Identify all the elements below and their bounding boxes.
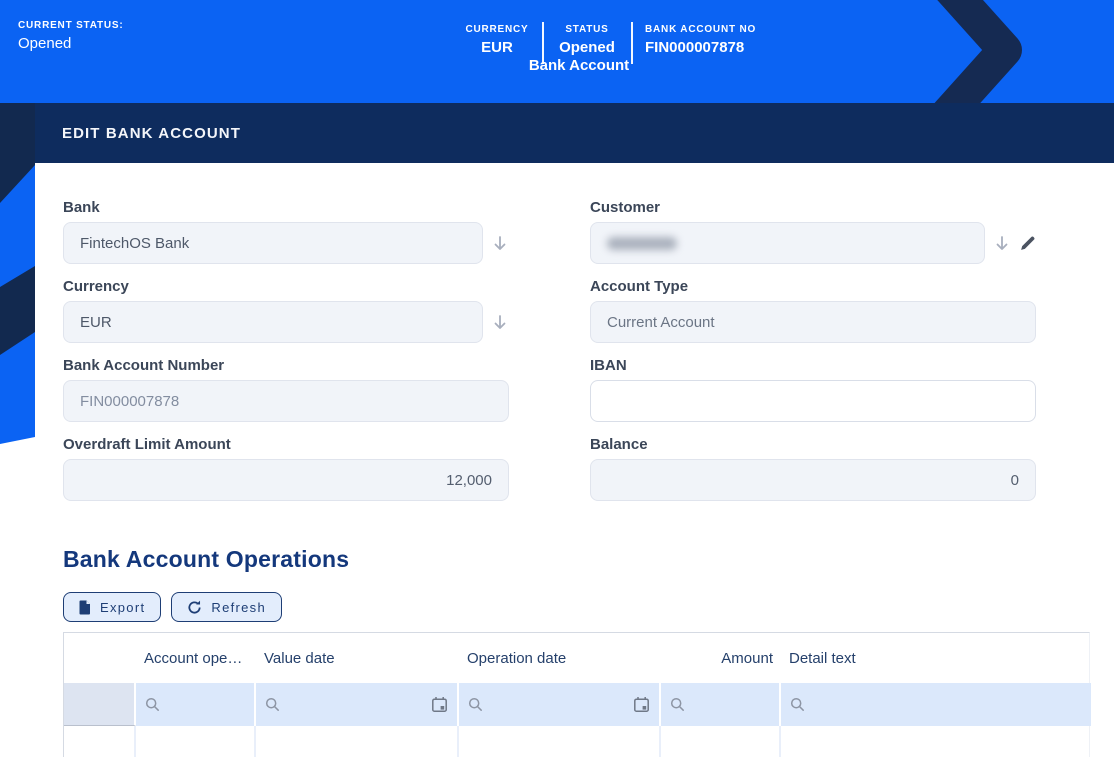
overdraft-limit-field: 12,000 [63, 459, 509, 501]
bank-select[interactable]: FintechOS Bank [63, 222, 483, 264]
banner-status-cell: STATUS Opened [547, 24, 627, 56]
table-cell [64, 726, 136, 757]
table-cell [256, 726, 459, 757]
customer-value-redacted [607, 237, 677, 250]
account-type-label: Account Type [590, 278, 1036, 295]
iban-label: IBAN [590, 357, 1036, 374]
entity-subtitle: Bank Account [498, 57, 660, 74]
col-header-operation-date[interactable]: Operation date [459, 650, 661, 667]
status-value: Opened [547, 39, 627, 56]
page-title: EDIT BANK ACCOUNT [62, 125, 241, 142]
refresh-icon [187, 600, 202, 615]
col-header-amount[interactable]: Amount [661, 650, 781, 667]
operations-section-title: Bank Account Operations [63, 546, 1114, 573]
filter-detail-text-input[interactable] [781, 683, 1091, 726]
bank-dropdown-arrow-icon[interactable] [492, 235, 508, 252]
customer-select[interactable] [590, 222, 985, 264]
iban-input[interactable] [590, 380, 1036, 422]
balance-label: Balance [590, 436, 1036, 453]
bank-account-number-label: Bank Account Number [63, 357, 509, 374]
bank-label: Bank [63, 199, 509, 216]
export-button[interactable]: Export [63, 592, 161, 622]
customer-edit-pencil-icon[interactable] [1019, 235, 1036, 252]
form-content: Bank FintechOS Bank Customer [35, 163, 1114, 757]
currency-select[interactable]: EUR [63, 301, 483, 343]
bank-account-number-value: FIN000007878 [80, 393, 179, 410]
calendar-icon[interactable] [431, 696, 448, 713]
bank-account-number-field: FIN000007878 [63, 380, 509, 422]
current-status-label: CURRENT STATUS: [18, 20, 124, 31]
currency-value: EUR [452, 39, 542, 56]
currency-field-label: Currency [63, 278, 509, 295]
balance-field: 0 [590, 459, 1036, 501]
refresh-button[interactable]: Refresh [171, 592, 282, 622]
search-icon [790, 697, 805, 712]
filter-amount-input[interactable] [661, 683, 781, 726]
current-status-block: CURRENT STATUS: Opened [18, 20, 124, 52]
bank-account-no-value: FIN000007878 [645, 39, 785, 56]
top-status-banner: CURRENT STATUS: Opened CURRENCY EUR STAT… [0, 0, 1114, 103]
table-filter-row [64, 683, 1089, 726]
col-header-account-operation[interactable]: Account ope… [136, 650, 256, 667]
search-icon [468, 697, 483, 712]
bank-account-no-label: BANK ACCOUNT NO [645, 24, 785, 35]
edit-bank-account-bar: EDIT BANK ACCOUNT [35, 103, 1114, 163]
chevron-decoration-icon [850, 0, 1060, 103]
search-icon [670, 697, 685, 712]
export-button-label: Export [100, 600, 145, 615]
table-cell [781, 726, 1091, 757]
overdraft-limit-value: 12,000 [446, 472, 492, 489]
balance-value: 0 [1011, 472, 1019, 489]
table-cell [661, 726, 781, 757]
refresh-button-label: Refresh [211, 600, 266, 615]
currency-dropdown-arrow-icon[interactable] [492, 314, 508, 331]
table-cell [459, 726, 661, 757]
search-icon [265, 697, 280, 712]
filter-value-date-input[interactable] [256, 683, 459, 726]
left-art-decoration [0, 103, 35, 448]
account-type-field: Current Account [590, 301, 1036, 343]
filter-account-operation-input[interactable] [136, 683, 256, 726]
currency-label: CURRENCY [452, 24, 542, 35]
search-icon [145, 697, 160, 712]
col-header-detail-text[interactable]: Detail text [781, 650, 1091, 667]
status-label: STATUS [547, 24, 627, 35]
banner-currency-cell: CURRENCY EUR [452, 24, 542, 56]
currency-field-value: EUR [80, 314, 112, 331]
filter-operation-date-input[interactable] [459, 683, 661, 726]
customer-label: Customer [590, 199, 1036, 216]
col-header-value-date[interactable]: Value date [256, 650, 459, 667]
filter-cell-empty [64, 683, 136, 726]
customer-dropdown-arrow-icon[interactable] [994, 235, 1010, 252]
table-header-row: Account ope… Value date Operation date A… [64, 633, 1089, 683]
bank-account-page: CURRENT STATUS: Opened CURRENCY EUR STAT… [0, 0, 1114, 757]
account-type-value: Current Account [607, 314, 715, 331]
calendar-icon[interactable] [633, 696, 650, 713]
table-cell [136, 726, 256, 757]
export-file-icon [79, 600, 91, 615]
overdraft-limit-label: Overdraft Limit Amount [63, 436, 509, 453]
banner-account-no-cell: BANK ACCOUNT NO FIN000007878 [645, 24, 785, 56]
bank-value: FintechOS Bank [80, 235, 189, 252]
operations-table: Account ope… Value date Operation date A… [63, 632, 1090, 757]
current-status-value: Opened [18, 35, 124, 52]
table-empty-row [64, 726, 1089, 757]
